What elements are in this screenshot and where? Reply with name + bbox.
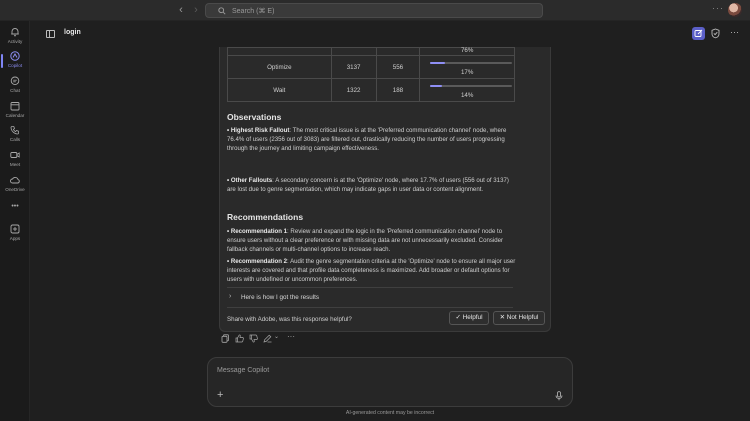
calendar-icon [10, 102, 20, 111]
copy-icon[interactable] [221, 334, 230, 343]
forward-arrow-icon[interactable]: › [190, 4, 202, 16]
helpful-button[interactable]: ✓ Helpful [449, 311, 489, 325]
observation-label: • Highest Risk Fallout [227, 127, 290, 134]
recommendation-paragraph: • Recommendation 2: Audit the genre segm… [227, 257, 517, 284]
sidebar-toggle-icon[interactable] [46, 30, 55, 38]
edit-draft-icon[interactable] [263, 334, 272, 343]
chevron-down-icon[interactable]: ⌄ [274, 333, 283, 342]
rail-item-activity[interactable]: Activity [0, 27, 30, 49]
message-input[interactable]: Message Copilot [217, 367, 269, 374]
new-chat-button[interactable] [692, 27, 705, 40]
divider [227, 307, 513, 308]
progress-fill [430, 85, 443, 87]
bell-icon [11, 28, 19, 37]
not-helpful-button[interactable]: ✕ Not Helpful [493, 311, 545, 325]
fallout-table: 76% Optimize 3137 556 17% Wait 1322 188 … [227, 47, 515, 102]
rail-item-calendar[interactable]: Calendar [0, 101, 30, 123]
search-icon [218, 7, 226, 15]
video-icon [10, 152, 20, 158]
cloud-icon [10, 177, 20, 184]
thumbs-up-icon[interactable] [235, 334, 244, 343]
observation-paragraph: • Highest Risk Fallout: The most critica… [227, 126, 517, 153]
progress-fill [430, 62, 445, 64]
rail-item-label: Activity [7, 39, 23, 44]
response-card: 76% Optimize 3137 556 17% Wait 1322 188 … [219, 47, 551, 332]
fallout-percent: 17% [460, 69, 474, 76]
chevron-right-icon: › [229, 293, 232, 300]
observation-label: • Other Fallouts [227, 177, 273, 184]
rail-item-label: Apps [9, 236, 21, 241]
app-rail: Activity Copilot Chat Calendar Calls Mee… [0, 21, 30, 421]
total-cell: 1322 [330, 78, 377, 102]
node-name-cell: Wait [227, 78, 332, 102]
rail-item-onedrive[interactable]: OneDrive [0, 175, 30, 197]
copilot-icon [10, 51, 20, 61]
plus-box-icon [10, 224, 20, 234]
fallout-cell: 76% [419, 47, 515, 56]
thumbs-down-icon[interactable] [249, 334, 258, 343]
more-dots-icon: ••• [11, 203, 19, 210]
table-row: Optimize 3137 556 17% [227, 55, 515, 79]
node-name-cell [227, 47, 332, 56]
title-bar: ‹ › Search (⌘ E) ··· [0, 0, 750, 21]
compose-icon [694, 29, 703, 37]
rail-item-calls[interactable]: Calls [0, 125, 30, 147]
rail-item-label: Copilot [7, 63, 23, 68]
phone-icon [10, 126, 19, 135]
recommendation-label: • Recommendation 2 [227, 258, 288, 265]
back-arrow-icon[interactable]: ‹ [175, 4, 187, 16]
recommendation-label: • Recommendation 1 [227, 228, 288, 235]
add-attachment-icon[interactable]: + [217, 389, 223, 401]
fallout-percent: 76% [460, 47, 474, 54]
more-actions-icon[interactable]: ··· [287, 332, 296, 341]
page-title: login [64, 29, 81, 36]
rail-item-label: Calls [9, 137, 21, 142]
main-panel: login ··· 76% Optimize 3137 556 17% Wait… [31, 21, 750, 421]
chat-icon [10, 76, 20, 86]
avatar[interactable] [728, 3, 742, 17]
fallout-percent: 14% [460, 92, 474, 99]
rail-item-copilot[interactable]: Copilot [0, 51, 30, 73]
rail-item-apps[interactable]: Apps [0, 224, 30, 246]
rail-item-label: Calendar [5, 113, 25, 118]
more-options-icon[interactable]: ··· [712, 3, 724, 13]
node-name-cell: Optimize [227, 55, 332, 79]
protected-button[interactable] [709, 27, 722, 40]
divider [227, 287, 513, 288]
rail-item-meet[interactable]: Meet [0, 150, 30, 172]
expander-label: Here is how I got the results [241, 294, 320, 301]
recommendation-paragraph: • Recommendation 1: Review and expand th… [227, 227, 517, 254]
microphone-icon[interactable] [555, 391, 563, 401]
rail-item-label: Meet [9, 162, 21, 167]
search-placeholder: Search (⌘ E) [232, 8, 275, 15]
progress-track [430, 85, 513, 87]
total-cell: 3137 [330, 55, 377, 79]
message-composer[interactable]: Message Copilot + [207, 357, 573, 407]
table-row: 76% [227, 47, 515, 56]
observation-paragraph: • Other Fallouts: A secondary concern is… [227, 176, 517, 194]
total-cell [330, 47, 377, 56]
search-input[interactable]: Search (⌘ E) [205, 3, 543, 18]
rail-item-label: OneDrive [5, 187, 25, 192]
chat-header: login ··· [31, 21, 750, 47]
observations-heading: Observations [227, 112, 282, 122]
passed-cell: 556 [375, 55, 421, 79]
feedback-question: Share with Adobe, was this response help… [227, 316, 352, 323]
results-expander[interactable]: › Here is how I got the results [227, 292, 513, 304]
rail-item-chat[interactable]: Chat [0, 76, 30, 98]
recommendations-heading: Recommendations [227, 212, 304, 222]
rail-item-label: Chat [10, 88, 20, 93]
table-row: Wait 1322 188 14% [227, 78, 515, 102]
rail-more-button[interactable]: ••• [0, 203, 30, 225]
fallout-cell: 17% [419, 55, 515, 79]
ai-disclaimer: AI-generated content may be incorrect [345, 410, 435, 416]
progress-track [430, 62, 513, 64]
passed-cell: 188 [375, 78, 421, 102]
fallout-cell: 14% [419, 78, 515, 102]
shield-check-icon [711, 28, 720, 39]
header-more-icon[interactable]: ··· [728, 27, 741, 40]
passed-cell [375, 47, 421, 56]
